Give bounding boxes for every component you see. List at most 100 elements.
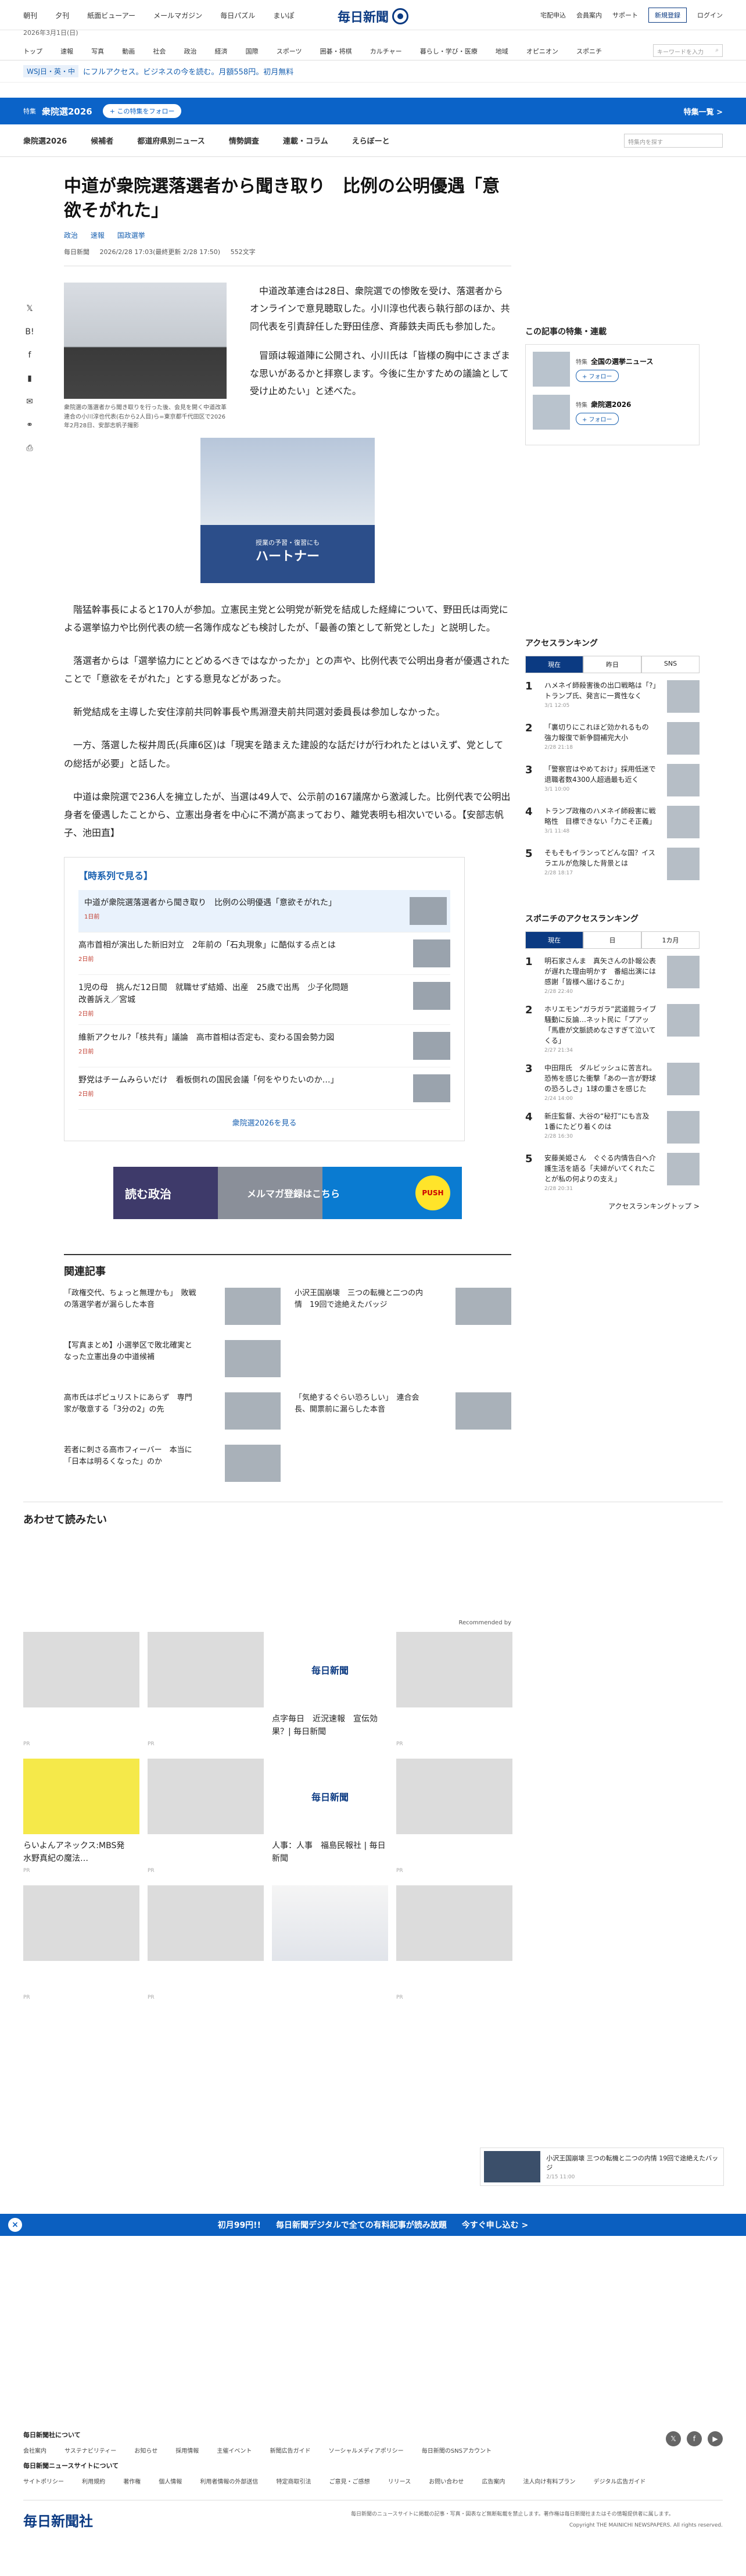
top-link[interactable]: 朝刊 [23,12,37,20]
timeline-item[interactable]: 野党はチームみらいだけ 看板倒れの国民会議「何をやりたいのか…」 2日前 [78,1067,450,1110]
site-logo[interactable]: 毎日新聞 [338,7,409,26]
footer-link[interactable]: 利用規約 [82,2479,105,2485]
recommend-card[interactable]: PR [23,1885,139,2000]
ranking-item[interactable]: 4 トランプ政権のハメネイ師殺害に戦略性 目標できない「力こそ正義」 3/1 11:… [525,806,700,838]
related-item[interactable]: 「気絶するぐらい恐ろしい」 連合会長、開票前に漏らした本音 [295,1392,511,1430]
category-link[interactable]: 国政選挙 [117,231,145,240]
sponichi-item[interactable]: 4 新庄監督、大谷の“秘打”にも言及 1番にたどり着くのは 2/28 16:30 [525,1111,700,1144]
related-item[interactable]: 【写真まとめ】小選挙区で敗北確実となった立憲出身の中道候補 [64,1340,281,1378]
top-link[interactable]: メールマガジン [153,12,202,20]
nav-item[interactable]: 地域 [496,48,508,55]
follow-button[interactable]: + フォロー [576,413,619,425]
recommend-card[interactable]: PR [396,1632,512,1747]
nav-item[interactable]: 社会 [153,48,166,55]
footer-link[interactable]: 広告案内 [482,2479,505,2485]
search-icon[interactable]: ⌕ [715,47,719,54]
recommend-card[interactable]: PR [396,1759,512,1874]
footer-link[interactable]: 採用情報 [175,2448,199,2454]
login-button[interactable]: ログイン [697,10,723,20]
footer-link[interactable]: 会社案内 [23,2448,46,2454]
nav-item[interactable]: カルチャー [370,48,402,55]
lead-photo-image[interactable] [64,283,227,399]
subscribe-sticky-bar[interactable]: × 初月99円!! 毎日新聞デジタルで全ての有料記事が読み放題 今すぐ申し込む … [0,2214,746,2236]
nav-item[interactable]: トップ [23,48,42,55]
close-icon[interactable]: × [8,2218,22,2232]
nav-item[interactable]: 写真 [91,48,104,55]
top-link[interactable]: 紙面ビューアー [87,12,135,20]
feature-search-input[interactable]: 特集内を探す [624,133,723,148]
timeline-item[interactable]: 高市首相が演出した新旧対立 2年前の「石丸現象」に酷似する点とは 2日前 [78,932,450,976]
subnav-item[interactable]: えらぼーと [352,137,390,146]
sponichi-item[interactable]: 2 ホリエモン“ガラガラ”武道館ライブ騒動に反論…ネット民に「プアッ「馬鹿が文脈読… [525,1004,700,1053]
recommend-card[interactable]: PR [23,1632,139,1747]
recommend-card[interactable]: PR [148,1632,264,1747]
nav-item[interactable]: 暮らし・学び・医療 [420,48,478,55]
footer-link[interactable]: 法人向け有料プラン [523,2479,575,2485]
footer-logo[interactable]: 毎日新聞社 [23,2510,93,2530]
x-icon[interactable]: 𝕏 [666,2431,681,2446]
timeline-item[interactable]: 維新アクセル?「核共有」議論 高市首相は否定も、変わる国会勢力図 2日前 [78,1025,450,1068]
subnav-item[interactable]: 連載・コラム [283,137,328,146]
facebook-icon[interactable]: f [23,349,36,362]
ranking-item[interactable]: 5 そもそもイランってどんな国？イスラエルが危険した背景とは 2/28 18:17 [525,848,700,880]
footer-link[interactable]: 著作権 [123,2479,141,2485]
sponichi-item[interactable]: 5 安藤美姫さん ぐぐる内情告白へ介護生活を語る「夫婦がいてくれたことが私の何より… [525,1153,700,1192]
tab-day[interactable]: 日 [583,931,641,948]
bookmark-icon[interactable]: ▮ [23,372,36,385]
footer-link[interactable]: 利用者情報の外部送信 [200,2479,258,2485]
tab-month[interactable]: 1カ月 [641,931,700,948]
footer-link[interactable]: 個人情報 [159,2479,182,2485]
footer-link[interactable]: リリース [388,2479,411,2485]
feature-title[interactable]: 衆院選2026 [42,105,92,117]
top-link[interactable]: 毎日パズル [220,12,255,20]
footer-link[interactable]: ソーシャルメディアポリシー [329,2448,404,2454]
top-link[interactable]: 夕刊 [55,12,69,20]
subnav-item[interactable]: 都道府県別ニュース [137,137,205,146]
hatena-icon[interactable]: B! [23,326,36,338]
footer-link[interactable]: ご意見・ご感想 [329,2479,370,2485]
lead-photo[interactable]: 衆院選の落選者から聞き取りを行った後、会見を開く中道改革連合の小川淳也代表(右か… [64,283,227,431]
footer-link[interactable]: デジタル広告ガイド [594,2479,646,2485]
subnav-item[interactable]: 候補者 [91,137,113,146]
member-link[interactable]: 会員案内 [576,10,602,20]
facebook-icon[interactable]: f [687,2431,702,2446]
sponichi-item[interactable]: 3 中田翔氏 ダルビッシュに苦言れ。恐怖を感じた衝撃「あの一言が野球の恐ろしさ」1… [525,1063,700,1102]
mail-icon[interactable]: ✉ [23,395,36,408]
related-item[interactable]: 高市氏はポピュリストにあらず 専門家が敬意する「3分の2」の先 [64,1392,281,1430]
recommend-card[interactable] [272,1885,388,2000]
related-item[interactable]: 小沢王国崩壊 三つの転機と二つの内情 19回で途絶えたバッジ [295,1288,511,1325]
footer-link[interactable]: お問い合わせ [429,2479,464,2485]
follow-button[interactable]: + フォロー [576,370,619,382]
youtube-icon[interactable]: ▶ [708,2431,723,2446]
footer-link[interactable]: サステナビリティー [64,2448,116,2454]
category-link[interactable]: 速報 [91,231,105,240]
ranking-top-link[interactable]: アクセスランキングトップ > [525,1201,700,1211]
footer-link[interactable]: 新聞広告ガイド [270,2448,310,2454]
nav-item[interactable]: スポーツ [277,48,302,55]
link-icon[interactable]: ⚭ [23,419,36,431]
newsletter-banner[interactable]: 読む政治 メルマガ登録はこちら PUSH [113,1167,462,1220]
nav-item[interactable]: 政治 [184,48,196,55]
sponichi-item[interactable]: 1 明石家さんま 真矢さんの訃報公表が遅れた理由明かす 番組出演には感謝「皆様へ届… [525,956,700,995]
subscribe-button[interactable]: 今すぐ申し込む > [462,2219,529,2231]
recommend-card[interactable]: PR [396,1885,512,2000]
recommend-card[interactable]: 毎日新聞 点字毎日 近況速報 宣伝効果？| 毎日新聞 [272,1632,388,1747]
feature-list-link[interactable]: 特集一覧 > [684,106,723,117]
sidebar-feature[interactable]: 特集 衆院選2026 + フォロー [533,395,692,430]
nav-item[interactable]: 動画 [122,48,135,55]
follow-feature-button[interactable]: + この特集をフォロー [102,104,182,118]
ranking-item[interactable]: 3 「警察官はやめておけ」採用低迷で退職者数4300人超過最も近く 3/1 10:0… [525,764,700,796]
register-button[interactable]: 新規登録 [648,7,687,23]
top-link[interactable]: まいぽ [273,12,294,20]
footer-link[interactable]: 主催イベント [217,2448,252,2454]
related-item[interactable]: 若者に刺さる高市フィーバー 本当に「日本は明るくなった」のか [64,1445,281,1482]
inline-ad[interactable]: 授業の予習・復習にも ハートナー [200,437,375,583]
recommend-card[interactable]: PR [148,1885,264,2000]
tab-now[interactable]: 現在 [525,931,583,948]
nav-item[interactable]: 速報 [60,48,73,55]
timeline-item[interactable]: 1児の母 挑んだ12日間 就職せず結婚、出産 25歳で出馬 少子化問題改善訴え／… [78,975,450,1026]
footer-link[interactable]: サイトポリシー [23,2479,64,2485]
recommend-card[interactable]: らいよんアネックス:MBS発 水野真紀の魔法… PR [23,1759,139,1874]
ranking-item[interactable]: 2 「裏切りにこれほど効かれるもの 強力報復で新争闘補完大小 2/28 21:18 [525,722,700,755]
tab-now[interactable]: 現在 [525,656,583,673]
